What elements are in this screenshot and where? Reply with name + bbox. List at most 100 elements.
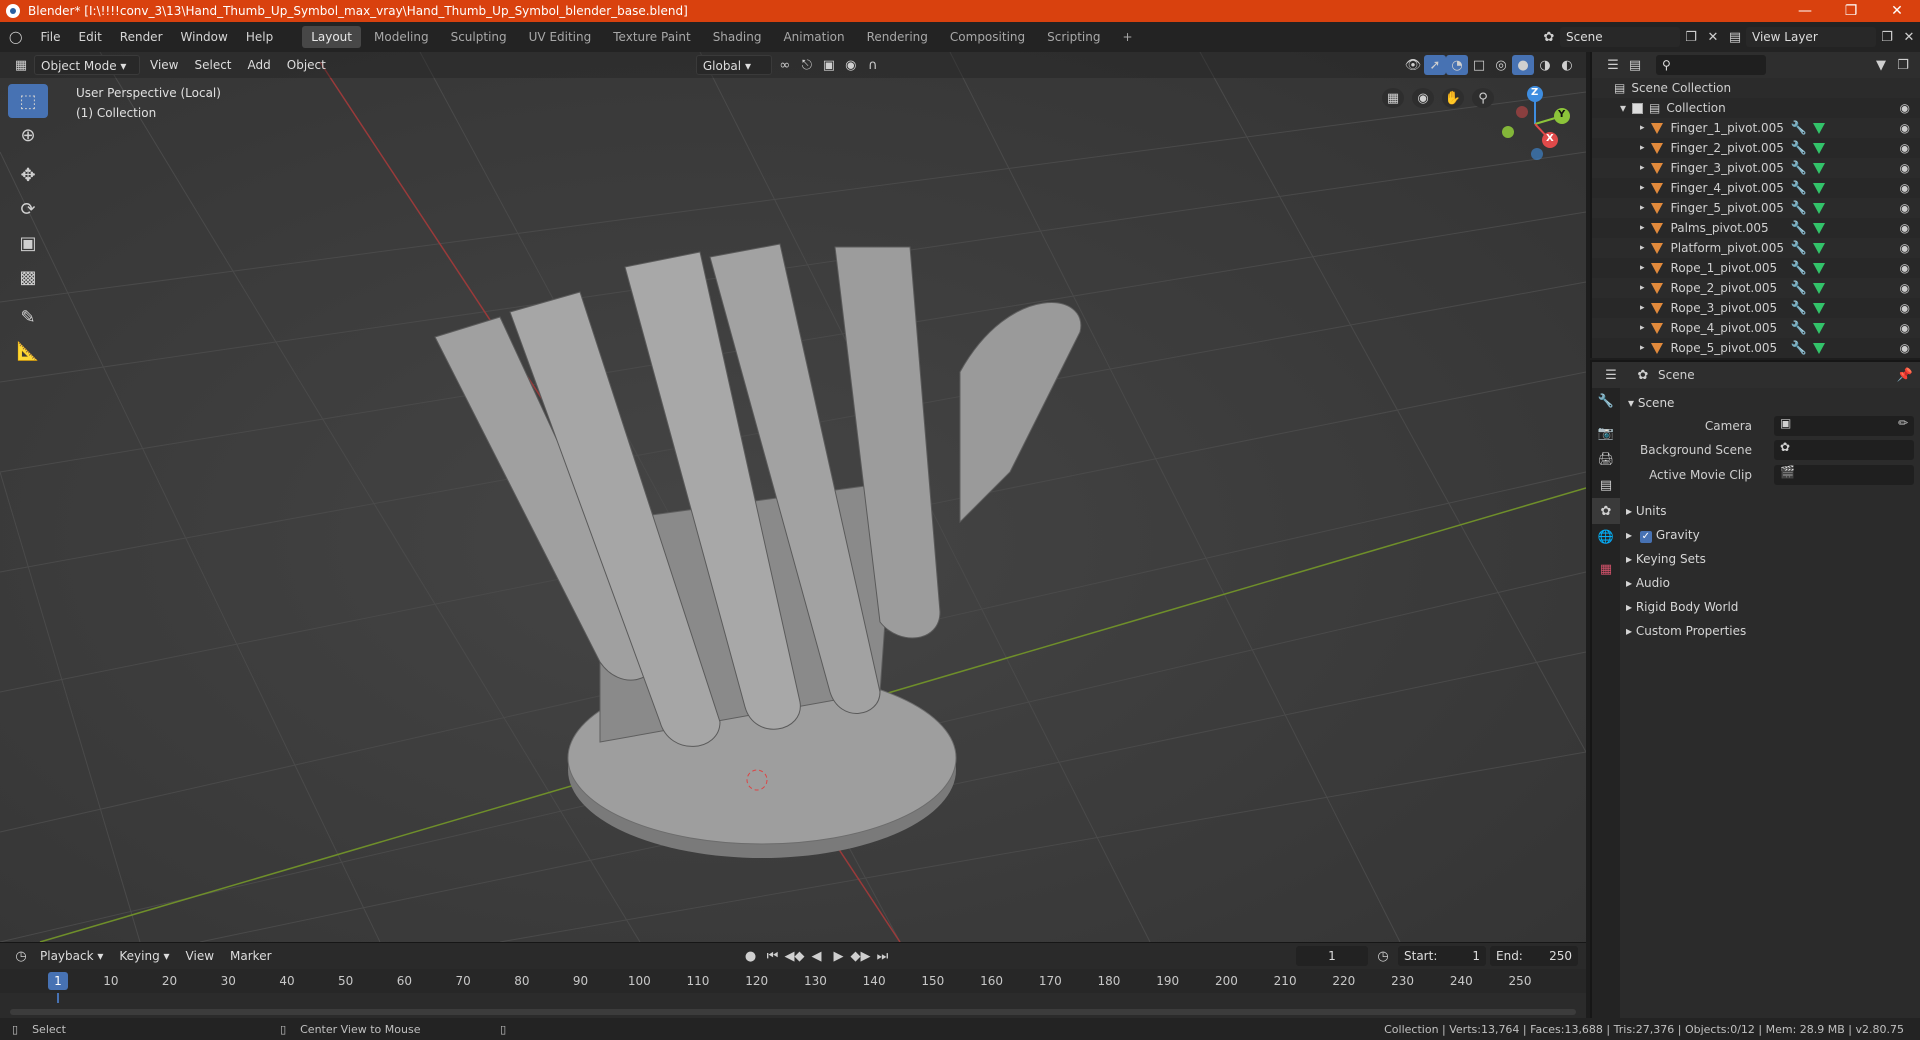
record-icon[interactable]: ● [740, 946, 762, 966]
outliner-editor-type-icon[interactable]: ☰ [1602, 55, 1624, 75]
new-collection-icon[interactable]: ❐ [1892, 55, 1914, 75]
measure-tool[interactable]: 📐 [8, 334, 48, 368]
close-button[interactable]: ✕ [1874, 3, 1920, 19]
scene-collection-row[interactable]: ▤ Scene Collection [1592, 78, 1920, 98]
expand-arrow-icon[interactable]: ▸ [1640, 123, 1645, 133]
expand-arrow-icon[interactable]: ▸ [1640, 243, 1645, 253]
mesh-data-icon[interactable] [1812, 122, 1825, 134]
current-frame-field[interactable]: 1 [1296, 946, 1368, 966]
wireframe-shading-icon[interactable]: ◎ [1490, 55, 1512, 75]
scene-icon[interactable]: ✿ [1538, 27, 1560, 47]
viewport-menu-view[interactable]: View [144, 55, 184, 75]
tab-sculpting[interactable]: Sculpting [442, 26, 516, 48]
outliner-object-row[interactable]: ▸ Finger_3_pivot.005 🔧 ◉ [1592, 158, 1920, 178]
mesh-data-icon[interactable] [1812, 202, 1825, 214]
expand-arrow-icon[interactable]: ▸ [1640, 143, 1645, 153]
scene-selector[interactable]: Scene [1560, 27, 1680, 47]
modifier-wrench-icon[interactable]: 🔧 [1791, 221, 1807, 236]
tool-tab-icon[interactable]: 🔧 [1592, 388, 1620, 414]
transform-orientation-dropdown[interactable]: Global ▾ [695, 55, 772, 75]
background-scene-field[interactable]: ✿ [1774, 440, 1914, 460]
eye-icon[interactable]: ◉ [1900, 261, 1910, 275]
menu-window[interactable]: Window [172, 22, 237, 52]
new-scene-icon[interactable]: ❐ [1680, 27, 1702, 47]
modifier-wrench-icon[interactable]: 🔧 [1791, 121, 1807, 136]
jump-end-icon[interactable]: ⏭ [872, 946, 894, 966]
annotate-tool[interactable]: ✎ [8, 300, 48, 334]
view-layer-selector[interactable]: View Layer [1746, 27, 1876, 47]
expand-arrow-icon[interactable]: ▸ [1640, 183, 1645, 193]
scene-panel-header[interactable]: ▾ Scene [1628, 392, 1674, 414]
outliner-object-row[interactable]: ▸ Palms_pivot.005 🔧 ◉ [1592, 218, 1920, 238]
eye-icon[interactable]: ◉ [1900, 121, 1910, 135]
tab-scripting[interactable]: Scripting [1038, 26, 1109, 48]
mesh-data-icon[interactable] [1812, 162, 1825, 174]
units-panel-header[interactable]: ▸ Units [1626, 500, 1667, 522]
scale-tool[interactable]: ▣ [8, 226, 48, 260]
menu-file[interactable]: File [31, 22, 69, 52]
expand-arrow-icon[interactable]: ▸ [1640, 263, 1645, 273]
material-shading-icon[interactable]: ◑ [1534, 55, 1556, 75]
jump-start-icon[interactable]: ⏮ [762, 946, 784, 966]
world-tab-icon[interactable]: 🌐 [1592, 524, 1620, 550]
grid-view-icon[interactable]: ▦ [1382, 88, 1404, 108]
outliner-object-row[interactable]: ▸ Rope_5_pivot.005 🔧 ◉ [1592, 338, 1920, 358]
timeline-scrollbar[interactable] [10, 1009, 1576, 1015]
add-workspace-button[interactable]: + [1114, 26, 1142, 48]
outliner-search-input[interactable]: ⚲ [1656, 55, 1766, 75]
active-movie-clip-field[interactable]: 🎬 [1774, 465, 1914, 485]
modifier-wrench-icon[interactable]: 🔧 [1791, 281, 1807, 296]
xray-toggle-icon[interactable]: □ [1468, 55, 1490, 75]
transform-tool[interactable]: ▩ [8, 260, 48, 294]
mesh-data-icon[interactable] [1812, 242, 1825, 254]
tab-animation[interactable]: Animation [774, 26, 853, 48]
overlay-toggle-icon[interactable]: ◔ [1446, 55, 1468, 75]
move-tool[interactable]: ✥ [8, 158, 48, 192]
gizmo-toggle-icon[interactable]: ➚ [1424, 55, 1446, 75]
expand-arrow-icon[interactable]: ▸ [1640, 223, 1645, 233]
gravity-panel-header[interactable]: ▸ ✓ Gravity [1626, 524, 1700, 546]
rotate-tool[interactable]: ⟳ [8, 192, 48, 226]
visibility-filter-icon[interactable]: 👁 [1402, 55, 1424, 75]
mesh-data-icon[interactable] [1812, 342, 1825, 354]
falloff-icon[interactable]: ∩ [862, 55, 884, 75]
eyedropper-icon[interactable]: ✏ [1898, 416, 1908, 430]
minimize-button[interactable]: — [1782, 3, 1828, 19]
timeline-menu-view[interactable]: View [180, 946, 220, 966]
mesh-data-icon[interactable] [1812, 182, 1825, 194]
end-frame-field[interactable]: End: 250 [1490, 946, 1578, 966]
camera-field[interactable]: ▣ ✏ [1774, 416, 1914, 436]
snap-icon[interactable]: ⎋ [796, 55, 818, 75]
3d-viewport[interactable]: Z Y X User Perspective (Local) (1) Colle… [0, 52, 1586, 942]
select-box-tool[interactable]: ⬚ [8, 84, 48, 118]
next-keyframe-icon[interactable]: ◆▶ [850, 946, 872, 966]
rendered-shading-icon[interactable]: ◐ [1556, 55, 1578, 75]
modifier-wrench-icon[interactable]: 🔧 [1791, 201, 1807, 216]
modifier-wrench-icon[interactable]: 🔧 [1791, 341, 1807, 356]
mesh-data-icon[interactable] [1812, 222, 1825, 234]
modifier-wrench-icon[interactable]: 🔧 [1791, 241, 1807, 256]
outliner-object-row[interactable]: ▸ Rope_1_pivot.005 🔧 ◉ [1592, 258, 1920, 278]
tab-texture-paint[interactable]: Texture Paint [604, 26, 699, 48]
tab-compositing[interactable]: Compositing [941, 26, 1034, 48]
prev-keyframe-icon[interactable]: ◀◆ [784, 946, 806, 966]
keying-sets-panel-header[interactable]: ▸ Keying Sets [1626, 548, 1706, 570]
eye-icon[interactable]: ◉ [1900, 321, 1910, 335]
mesh-data-icon[interactable] [1812, 262, 1825, 274]
output-tab-icon[interactable]: 🖨 [1592, 446, 1620, 472]
maximize-button[interactable]: ❐ [1828, 3, 1874, 19]
render-tab-icon[interactable]: 📷 [1592, 420, 1620, 446]
preview-range-clock-icon[interactable]: ◷ [1372, 946, 1394, 966]
gravity-checkbox[interactable]: ✓ [1639, 531, 1652, 543]
frame-ruler[interactable]: 1 10 20 30 40 50 60 70 80 90 100 110 120 130 140 150 160… [0, 969, 1586, 993]
timeline-track-area[interactable] [0, 993, 1586, 1019]
proportional-edit-icon[interactable]: ◉ [840, 55, 862, 75]
delete-view-layer-icon[interactable]: ✕ [1898, 27, 1920, 47]
filter-icon[interactable]: ▼ [1870, 55, 1892, 75]
outliner-object-row[interactable]: ▸ Finger_1_pivot.005 🔧 ◉ [1592, 118, 1920, 138]
expand-arrow-icon[interactable]: ▸ [1640, 303, 1645, 313]
expand-arrow-icon[interactable]: ▸ [1640, 343, 1645, 353]
hand-model[interactable] [434, 243, 1082, 858]
camera-view-icon[interactable]: ◉ [1412, 88, 1434, 108]
timeline-menu-marker[interactable]: Marker [224, 946, 277, 966]
